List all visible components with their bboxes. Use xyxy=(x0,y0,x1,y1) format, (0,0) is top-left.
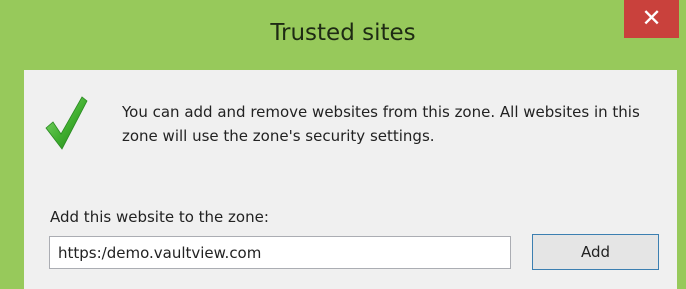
checkmark-icon xyxy=(45,96,88,150)
dialog-body: You can add and remove websites from thi… xyxy=(24,70,677,289)
zone-description: You can add and remove websites from thi… xyxy=(122,103,640,145)
trusted-sites-dialog: Trusted sites ✕ You can add and remove w… xyxy=(0,0,686,289)
add-website-label: Add this website to the zone: xyxy=(50,208,269,226)
dialog-title: Trusted sites xyxy=(270,20,416,46)
title-bar[interactable]: Trusted sites ✕ xyxy=(0,0,686,70)
close-icon: ✕ xyxy=(641,4,662,32)
website-url-input[interactable] xyxy=(49,236,511,269)
close-button[interactable]: ✕ xyxy=(624,0,679,38)
add-button[interactable]: Add xyxy=(532,234,659,270)
